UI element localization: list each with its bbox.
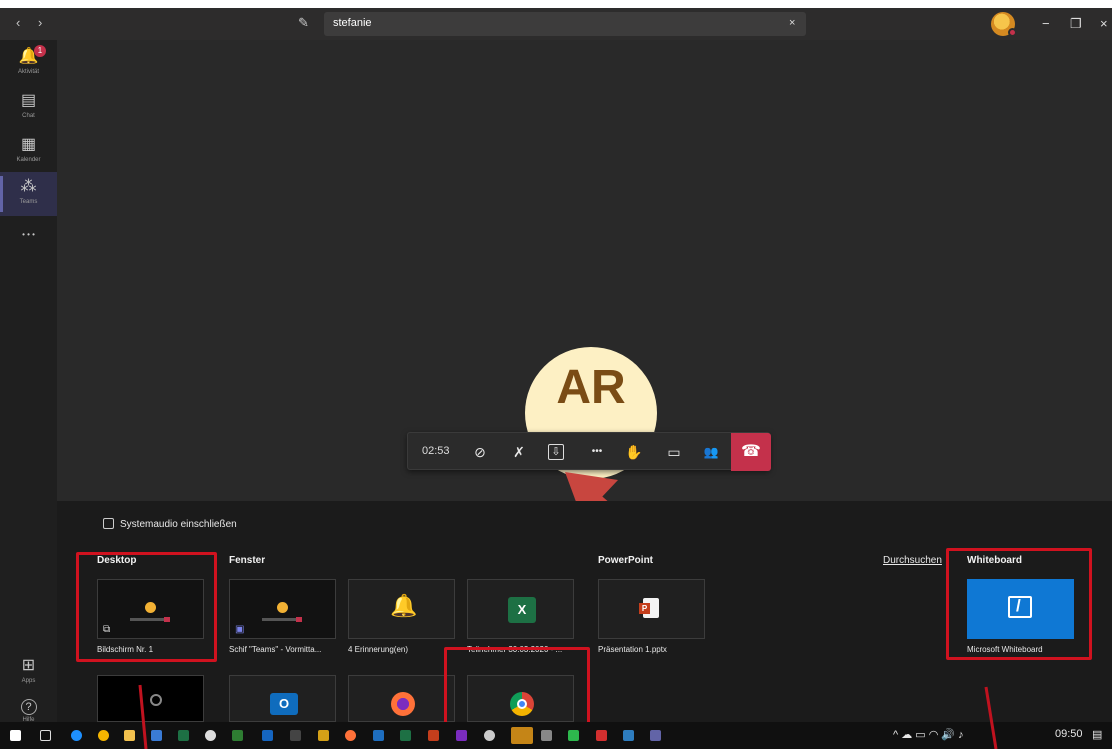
highlight-whiteboard bbox=[946, 548, 1092, 660]
presence-status-icon bbox=[1008, 28, 1017, 37]
bell-icon: 🔔 bbox=[18, 48, 39, 65]
search-input[interactable]: stefanie bbox=[324, 12, 806, 36]
title-bar: ‹ › ✎ stefanie × − ❐ × bbox=[0, 8, 1112, 40]
call-control-bar: 02:53 ⊘ ✗ ⇩ ••• ✋ ▭ 👥 ☎ bbox=[407, 432, 771, 471]
hang-up-button[interactable]: ☎ bbox=[731, 433, 771, 471]
participants-icon[interactable]: 👥 bbox=[695, 433, 727, 471]
excel-icon: X bbox=[508, 597, 536, 623]
raise-hand-icon[interactable]: ✋ bbox=[618, 433, 650, 471]
forward-arrow-icon[interactable]: › bbox=[38, 15, 42, 30]
share-tile-reminders[interactable]: 🔔 bbox=[348, 579, 455, 639]
close-icon[interactable]: × bbox=[1100, 16, 1108, 31]
rail-label: Aktivität bbox=[17, 69, 39, 75]
back-arrow-icon[interactable]: ‹ bbox=[16, 15, 20, 30]
window-thumbnail-bar bbox=[262, 617, 302, 622]
tile-caption: Präsentation 1.pptx bbox=[598, 645, 667, 654]
rail-label: Teams bbox=[19, 199, 38, 205]
apps-icon: ⊞ bbox=[21, 657, 36, 674]
powerpoint-icon bbox=[639, 598, 659, 618]
more-options-icon[interactable]: ••• bbox=[581, 433, 613, 471]
more-icon: • • • bbox=[22, 230, 35, 239]
share-tile-pptx[interactable] bbox=[598, 579, 705, 639]
rail-item-teams[interactable]: ⁂ Teams bbox=[0, 172, 57, 216]
app-rail: 🔔 1 Aktivität ▤ Chat ▦ Kalender ⁂ Teams … bbox=[0, 40, 57, 723]
callout-lines-icon bbox=[138, 684, 998, 749]
teams-icon: ⁂ bbox=[20, 178, 37, 195]
highlight-desktop bbox=[76, 552, 217, 662]
compose-icon[interactable]: ✎ bbox=[298, 15, 309, 31]
rail-more-apps[interactable]: • • • bbox=[0, 220, 57, 240]
rail-label: Kalender bbox=[16, 157, 41, 163]
section-window: Fenster bbox=[229, 555, 266, 566]
search-clear-icon[interactable]: × bbox=[789, 17, 795, 29]
tile-caption: 4 Erinnerung(en) bbox=[348, 645, 409, 654]
system-audio-label: Systemaudio einschließen bbox=[120, 519, 237, 530]
calendar-icon: ▦ bbox=[20, 136, 37, 153]
camera-off-icon[interactable]: ⊘ bbox=[464, 433, 496, 471]
share-tile-teams-window[interactable]: ▣ bbox=[229, 579, 336, 639]
tile-caption: Schif "Teams" - Vormitta... bbox=[229, 645, 322, 654]
browse-link[interactable]: Durchsuchen bbox=[883, 555, 942, 566]
teams-small-icon: ▣ bbox=[235, 624, 245, 635]
rail-label: Chat bbox=[22, 113, 35, 119]
checkbox-icon[interactable] bbox=[103, 518, 114, 529]
rail-item-chat[interactable]: ▤ Chat bbox=[0, 86, 57, 130]
system-audio-checkbox[interactable]: Systemaudio einschließen bbox=[103, 518, 237, 530]
share-tray-icon[interactable]: ⇩ bbox=[548, 444, 564, 460]
chat-icon: ▤ bbox=[20, 92, 37, 109]
rail-item-calendar[interactable]: ▦ Kalender bbox=[0, 130, 57, 174]
share-tile-excel[interactable]: X bbox=[467, 579, 574, 639]
mic-off-icon[interactable]: ✗ bbox=[503, 433, 535, 471]
call-timer: 02:53 bbox=[422, 445, 450, 457]
section-powerpoint: PowerPoint bbox=[598, 555, 654, 566]
rail-item-activity[interactable]: 🔔 1 Aktivität bbox=[0, 42, 57, 86]
chat-bubble-icon[interactable]: ▭ bbox=[658, 433, 690, 471]
minimize-icon[interactable]: − bbox=[1042, 16, 1050, 31]
restore-icon[interactable]: ❐ bbox=[1070, 16, 1082, 32]
activity-badge: 1 bbox=[34, 45, 46, 57]
bell-icon: 🔔 bbox=[390, 593, 418, 618]
window-thumbnail bbox=[277, 602, 288, 613]
